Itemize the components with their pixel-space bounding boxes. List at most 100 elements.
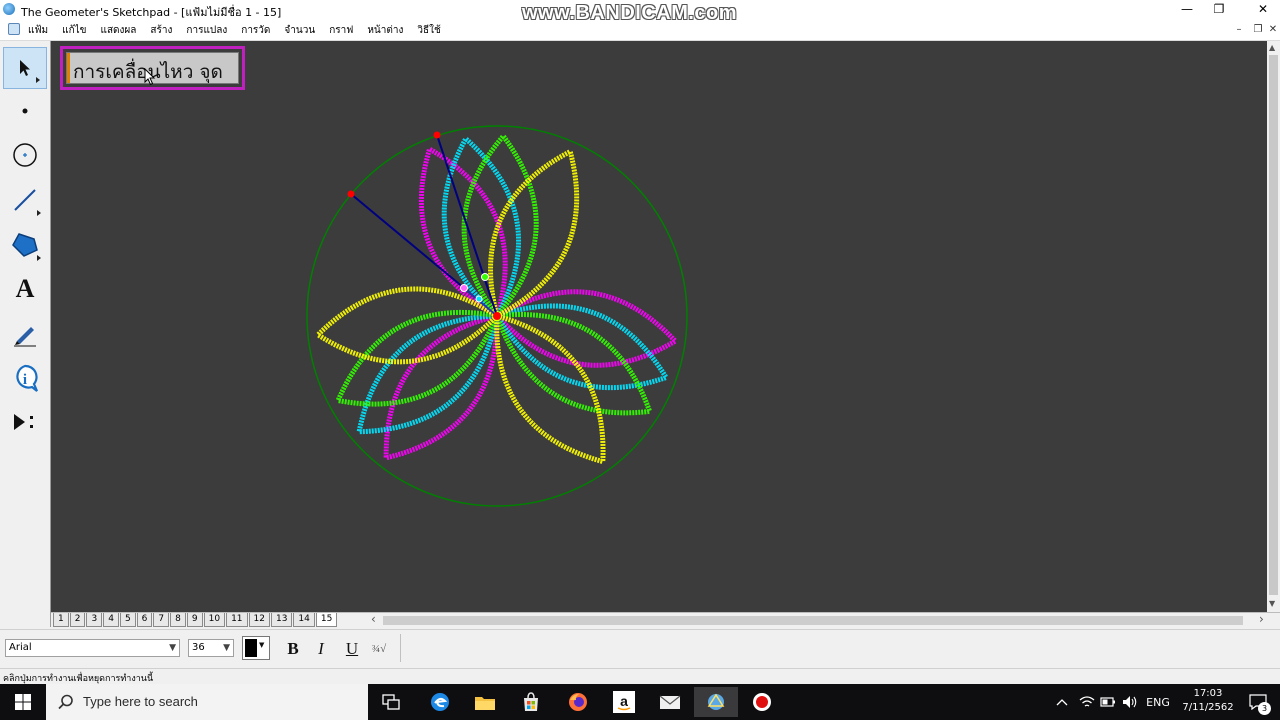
sketch-canvas[interactable]: การเคลื่อนไหว จุด [51, 41, 1267, 612]
speaker-icon [1123, 696, 1137, 708]
text-format-toolbar: Arial ▼ 36 ▼ ▼ B I U ¾√ [0, 629, 1280, 668]
underline-button[interactable]: U [341, 639, 363, 659]
page-tab[interactable]: 2 [69, 613, 86, 627]
input-language-button[interactable]: ENG [1142, 684, 1174, 720]
cyan-tracer-point[interactable] [475, 295, 483, 303]
sketch-drawing[interactable] [51, 41, 1267, 612]
page-tab[interactable]: 1 [53, 613, 69, 627]
polygon-tool[interactable] [3, 224, 47, 266]
task-view-button[interactable] [369, 687, 413, 717]
page-tab[interactable]: 9 [186, 613, 203, 627]
green-tracer-point[interactable] [481, 273, 489, 281]
toolbar-divider [400, 634, 401, 662]
point-tool[interactable] [3, 90, 47, 132]
scroll-right-button[interactable]: › [1259, 612, 1264, 626]
page-tab[interactable]: 7 [153, 613, 170, 627]
page-tabs: 1 2 3 4 5 6 7 8 9 10 11 12 13 14 15 [53, 613, 338, 627]
page-tab[interactable]: 15 [315, 613, 338, 627]
action-center-button[interactable]: 3 [1244, 684, 1272, 720]
taskbar-clock[interactable]: 17:03 7/11/2562 [1175, 687, 1241, 715]
page-tab[interactable]: 8 [170, 613, 186, 627]
page-tab[interactable]: 4 [103, 613, 119, 627]
maximize-button[interactable]: ❐ [1196, 0, 1242, 20]
bandicam-taskbar-button[interactable] [740, 687, 784, 717]
close-button[interactable]: ✕ [1240, 0, 1280, 20]
menu-edit[interactable]: แก้ไข [62, 23, 86, 38]
store-icon [524, 692, 538, 711]
straightedge-tool[interactable] [3, 179, 47, 221]
polygon-icon [12, 233, 38, 257]
menu-measure[interactable]: การวัด [241, 23, 270, 38]
font-size-select[interactable]: 36 ▼ [188, 639, 234, 657]
page-tab[interactable]: 10 [203, 613, 226, 627]
control-point[interactable] [433, 131, 441, 139]
control-point[interactable] [347, 190, 355, 198]
italic-button[interactable]: I [310, 639, 332, 659]
menu-number[interactable]: จำนวน [284, 23, 315, 38]
taskbar-search-box[interactable]: Type here to search [46, 684, 368, 720]
notification-badge: 3 [1258, 702, 1271, 715]
custom-tool[interactable] [3, 401, 47, 443]
sketchpad-icon [707, 693, 725, 710]
information-tool[interactable]: i [3, 357, 47, 399]
volume-tray-button[interactable] [1120, 684, 1140, 720]
mail-taskbar-button[interactable] [648, 687, 692, 717]
status-bar: คลิกปุ่มการทำงานเพื่อหยุดการทำงานนี้ [0, 668, 1280, 685]
start-button[interactable] [0, 684, 46, 720]
file-explorer-taskbar-button[interactable] [463, 687, 507, 717]
network-tray-button[interactable] [1076, 684, 1098, 720]
marker-tool[interactable] [3, 312, 47, 354]
horizontal-scrollbar[interactable]: ‹ › [369, 612, 1274, 627]
menu-bar: แฟ้ม แก้ไข แสดงผล สร้าง การแปลง การวัด จ… [0, 20, 1280, 41]
edge-taskbar-button[interactable] [418, 687, 462, 717]
menu-file[interactable]: แฟ้ม [28, 23, 48, 38]
menu-graph[interactable]: กราฟ [329, 23, 353, 38]
menu-transform[interactable]: การแปลง [186, 23, 227, 38]
mail-icon [659, 695, 681, 709]
text-color-picker[interactable]: ▼ [242, 636, 270, 660]
font-family-select[interactable]: Arial ▼ [5, 639, 180, 657]
battery-tray-button[interactable] [1098, 684, 1118, 720]
bold-button[interactable]: B [282, 639, 304, 659]
vertical-scroll-thumb[interactable] [1269, 55, 1278, 595]
document-close-button[interactable]: ✕ [1264, 21, 1280, 39]
compass-tool[interactable] [3, 134, 47, 176]
text-tool[interactable]: A [3, 268, 47, 310]
menu-help[interactable]: วิธีใช้ [417, 23, 440, 38]
center-point[interactable] [493, 312, 501, 320]
page-tab[interactable]: 5 [119, 613, 136, 627]
store-taskbar-button[interactable] [509, 687, 553, 717]
font-size-value: 36 [192, 642, 205, 653]
font-family-value: Arial [9, 642, 32, 653]
menu-window[interactable]: หน้าต่าง [367, 23, 403, 38]
sketchpad-app-icon[interactable] [3, 3, 15, 15]
arrow-icon [20, 60, 30, 76]
document-minimize-button[interactable]: – [1230, 21, 1248, 39]
page-tab[interactable]: 3 [86, 613, 103, 627]
menu-items: แฟ้ม แก้ไข แสดงผล สร้าง การแปลง การวัด จ… [28, 23, 455, 38]
show-hidden-icons-button[interactable] [1052, 684, 1072, 720]
menu-display[interactable]: แสดงผล [101, 23, 137, 38]
firefox-icon [569, 693, 587, 711]
scroll-left-button[interactable]: ‹ [371, 612, 376, 626]
page-tab[interactable]: 6 [136, 613, 153, 627]
vertical-scrollbar[interactable]: ▲ ▼ [1267, 41, 1280, 612]
sketchpad-taskbar-button[interactable] [694, 687, 738, 717]
horizontal-scroll-thumb[interactable] [383, 616, 1243, 625]
chevron-down-icon: ▼ [259, 641, 265, 649]
page-tab[interactable]: 12 [248, 613, 270, 627]
firefox-taskbar-button[interactable] [556, 687, 600, 717]
arrow-tool[interactable] [3, 47, 47, 89]
record-icon [753, 693, 771, 711]
document-menu-icon[interactable] [8, 23, 20, 35]
trace-petal [494, 303, 670, 391]
page-tab[interactable]: 13 [270, 613, 293, 627]
page-tab[interactable]: 14 [293, 613, 315, 627]
mouse-cursor-icon [144, 68, 156, 86]
amazon-taskbar-button[interactable]: a [602, 687, 646, 717]
magenta-tracer-point[interactable] [460, 284, 468, 292]
menu-construct[interactable]: สร้าง [150, 23, 172, 38]
math-symbol-button[interactable]: ¾√ [368, 639, 390, 659]
text-color-swatch [245, 639, 257, 657]
page-tab[interactable]: 11 [226, 613, 248, 627]
